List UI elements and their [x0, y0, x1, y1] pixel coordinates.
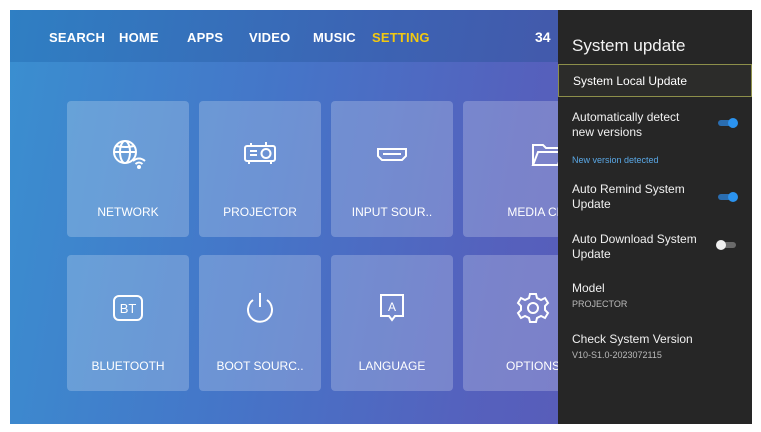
tile-input-source[interactable]: INPUT SOUR..	[331, 101, 453, 237]
toggle-knob	[728, 192, 738, 202]
auto-detect-label: Automatically detect new versions	[572, 110, 680, 139]
tile-projector[interactable]: PROJECTOR	[199, 101, 321, 237]
hdmi-input-icon	[331, 137, 453, 171]
auto-download-label: Auto Download System Update	[572, 232, 697, 261]
model-value: PROJECTOR	[572, 299, 628, 309]
nav-search[interactable]: SEARCH	[49, 30, 105, 45]
nav-video[interactable]: VIDEO	[249, 30, 290, 45]
power-icon	[199, 291, 321, 325]
auto-remind-toggle[interactable]	[716, 192, 738, 202]
nav-apps[interactable]: APPS	[187, 30, 223, 45]
toggle-knob	[716, 240, 726, 250]
system-update-panel: System update System Local Update Automa…	[558, 10, 752, 424]
tile-label: BOOT SOURC..	[216, 359, 304, 373]
model-label: Model	[572, 281, 605, 295]
system-local-update-label: System Local Update	[573, 74, 688, 88]
version-value: V10-S1.0-2023072115	[572, 350, 662, 360]
nav-setting[interactable]: SETTING	[372, 30, 430, 45]
panel-title: System update	[572, 36, 686, 55]
svg-text:A: A	[388, 300, 396, 314]
language-a-icon: A	[331, 291, 453, 325]
check-version-label[interactable]: Check System Version	[572, 332, 742, 347]
tile-boot-source[interactable]: BOOT SOURC..	[199, 255, 321, 391]
tile-label: NETWORK	[97, 205, 159, 219]
tile-label: PROJECTOR	[223, 205, 297, 219]
bluetooth-bt-icon: BT	[67, 291, 189, 325]
auto-download-toggle[interactable]	[716, 240, 738, 250]
tile-language[interactable]: A LANGUAGE	[331, 255, 453, 391]
nav-home[interactable]: HOME	[119, 30, 159, 45]
new-version-note: New version detected	[572, 155, 659, 165]
clock: 34	[535, 29, 551, 45]
auto-remind-label: Auto Remind System Update	[572, 182, 685, 211]
auto-detect-toggle[interactable]	[716, 118, 738, 128]
toggle-knob	[728, 118, 738, 128]
tile-label: LANGUAGE	[358, 359, 426, 373]
tile-network[interactable]: NETWORK	[67, 101, 189, 237]
system-local-update-item[interactable]: System Local Update	[558, 64, 752, 97]
network-globe-wifi-icon	[67, 137, 189, 171]
tile-label: INPUT SOUR..	[351, 205, 433, 219]
svg-text:BT: BT	[120, 301, 137, 316]
projector-icon	[199, 137, 321, 171]
tile-label: BLUETOOTH	[91, 359, 165, 373]
nav-music[interactable]: MUSIC	[313, 30, 356, 45]
tile-bluetooth[interactable]: BT BLUETOOTH	[67, 255, 189, 391]
